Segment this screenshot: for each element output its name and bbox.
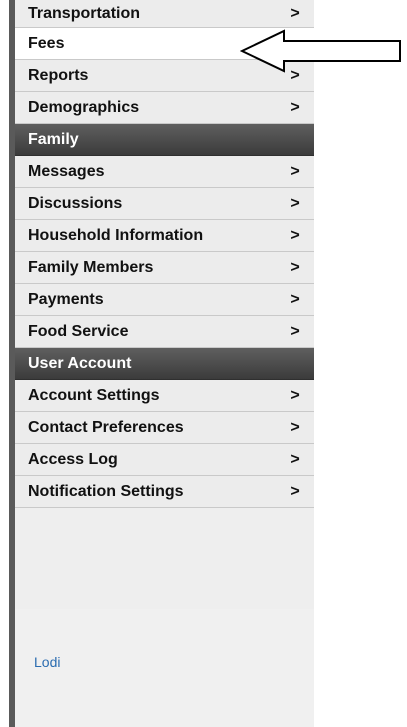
chevron-right-icon: > bbox=[290, 162, 300, 180]
sidebar-item-payments[interactable]: Payments > bbox=[15, 284, 314, 316]
sidebar-item-label: Demographics bbox=[28, 98, 140, 116]
sidebar-item-label: Discussions bbox=[28, 194, 123, 212]
chevron-right-icon: > bbox=[290, 194, 300, 212]
section-header-user-account: User Account bbox=[15, 348, 314, 380]
sidebar-menu: Transportation > Fees Reports > Demograp… bbox=[15, 0, 314, 508]
sidebar-item-label: Household Information bbox=[28, 226, 204, 244]
sidebar-item-household-information[interactable]: Household Information > bbox=[15, 220, 314, 252]
chevron-right-icon: > bbox=[290, 226, 300, 244]
sidebar-item-label: Contact Preferences bbox=[28, 418, 184, 436]
sidebar-footer: Lodi bbox=[15, 609, 314, 727]
sidebar-item-label: Notification Settings bbox=[28, 482, 184, 500]
chevron-right-icon: > bbox=[290, 4, 300, 22]
left-arrow-icon bbox=[240, 29, 401, 73]
sidebar: Transportation > Fees Reports > Demograp… bbox=[9, 0, 314, 727]
sidebar-item-label: Messages bbox=[28, 162, 105, 180]
sidebar-item-label: Payments bbox=[28, 290, 104, 308]
district-link[interactable]: Lodi bbox=[34, 654, 60, 670]
sidebar-item-notification-settings[interactable]: Notification Settings > bbox=[15, 476, 314, 508]
section-header-family: Family bbox=[15, 124, 314, 156]
chevron-right-icon: > bbox=[290, 290, 300, 308]
chevron-right-icon: > bbox=[290, 482, 300, 500]
sidebar-item-label: Account Settings bbox=[28, 386, 160, 404]
sidebar-item-demographics[interactable]: Demographics > bbox=[15, 92, 314, 124]
sidebar-item-messages[interactable]: Messages > bbox=[15, 156, 314, 188]
sidebar-item-food-service[interactable]: Food Service > bbox=[15, 316, 314, 348]
sidebar-item-label: Food Service bbox=[28, 322, 129, 340]
chevron-right-icon: > bbox=[290, 322, 300, 340]
chevron-right-icon: > bbox=[290, 258, 300, 276]
chevron-right-icon: > bbox=[290, 450, 300, 468]
sidebar-item-label: Family Members bbox=[28, 258, 154, 276]
sidebar-item-access-log[interactable]: Access Log > bbox=[15, 444, 314, 476]
sidebar-item-label: Access Log bbox=[28, 450, 118, 468]
sidebar-item-account-settings[interactable]: Account Settings > bbox=[15, 380, 314, 412]
sidebar-item-label: Transportation bbox=[28, 4, 141, 22]
chevron-right-icon: > bbox=[290, 386, 300, 404]
sidebar-item-contact-preferences[interactable]: Contact Preferences > bbox=[15, 412, 314, 444]
chevron-right-icon: > bbox=[290, 98, 300, 116]
chevron-right-icon: > bbox=[290, 418, 300, 436]
sidebar-item-transportation[interactable]: Transportation > bbox=[15, 0, 314, 28]
sidebar-item-family-members[interactable]: Family Members > bbox=[15, 252, 314, 284]
sidebar-item-discussions[interactable]: Discussions > bbox=[15, 188, 314, 220]
